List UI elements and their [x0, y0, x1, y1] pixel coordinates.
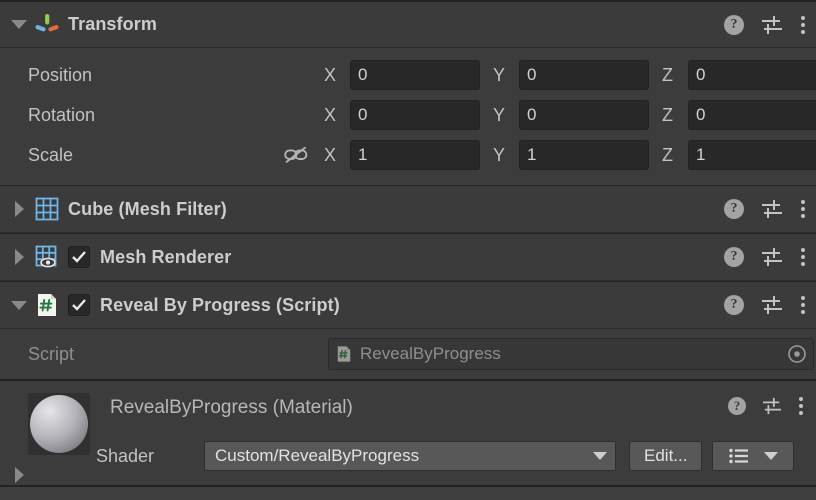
csharp-script-icon-svg	[38, 294, 56, 316]
material-title: RevealByProgress (Material)	[110, 397, 353, 418]
chevron-right-icon	[14, 201, 24, 217]
header-actions-transform: ?	[724, 2, 806, 47]
kebab-menu-icon[interactable]	[798, 397, 804, 415]
material-sphere-preview[interactable]	[28, 393, 90, 455]
transform-row-scale: Scale X 1 Y 1 Z 1	[0, 135, 816, 175]
checkmark-icon	[72, 251, 86, 263]
foldout-toggle-mesh-filter[interactable]	[6, 201, 32, 217]
script-property-row: Script RevealByProgress	[0, 329, 816, 379]
preset-sliders-icon[interactable]	[761, 397, 783, 415]
kebab-menu-icon[interactable]	[800, 248, 806, 266]
material-preview-sphere-icon	[30, 395, 88, 453]
header-actions-reveal-by-progress: ?	[724, 282, 806, 328]
component-header-mesh-renderer[interactable]: Mesh Renderer ?	[0, 233, 816, 281]
component-header-transform[interactable]: Transform ?	[0, 0, 816, 48]
csharp-script-icon	[32, 290, 62, 320]
kebab-menu-icon[interactable]	[800, 200, 806, 218]
chevron-down-icon	[593, 452, 607, 460]
header-actions-mesh-filter: ?	[724, 186, 806, 232]
scale-x-input[interactable]: 1	[350, 140, 480, 170]
axis-label-rotation-y: Y	[493, 104, 506, 125]
kebab-menu-icon[interactable]	[800, 15, 806, 34]
axis-label-scale-x: X	[324, 144, 337, 165]
object-picker-icon[interactable]	[786, 343, 808, 365]
preset-sliders-icon[interactable]	[760, 295, 784, 315]
row-label-position: Position	[28, 64, 93, 85]
chevron-down-icon	[764, 452, 779, 460]
help-icon[interactable]: ?	[724, 247, 744, 267]
row-label-scale: Scale	[28, 144, 74, 165]
chevron-right-icon	[14, 467, 24, 483]
shader-dropdown[interactable]: Custom/RevealByProgress	[204, 441, 616, 471]
foldout-toggle-mesh-renderer[interactable]	[6, 249, 32, 265]
mesh-renderer-enabled-checkbox[interactable]	[68, 246, 90, 268]
rotation-z-input[interactable]: 0	[688, 100, 816, 130]
rotation-x-input[interactable]: 0	[350, 100, 480, 130]
transform-body: Position X 0 Y 0 Z 0 Rotation X 0 Y 0 Z …	[0, 48, 816, 185]
kebab-menu-icon[interactable]	[800, 296, 806, 314]
chevron-down-icon	[11, 300, 27, 310]
object-picker-icon-svg	[788, 345, 806, 363]
shader-row: Shader Custom/RevealByProgress Edit...	[96, 441, 795, 471]
chevron-down-icon	[11, 20, 27, 29]
help-icon[interactable]: ?	[724, 295, 744, 315]
shader-preset-button[interactable]	[712, 441, 795, 471]
axis-label-rotation-z: Z	[662, 104, 673, 125]
shader-preset-list-icon	[729, 448, 749, 464]
row-label-rotation: Rotation	[28, 104, 96, 125]
shader-label: Shader	[96, 445, 155, 466]
mesh-renderer-icon	[32, 242, 62, 272]
reveal-by-progress-enabled-checkbox[interactable]	[68, 294, 90, 316]
help-icon[interactable]: ?	[728, 397, 746, 415]
script-object-value: RevealByProgress	[360, 344, 501, 363]
position-y-input[interactable]: 0	[519, 60, 649, 90]
foldout-toggle-material[interactable]	[6, 467, 32, 483]
preset-sliders-icon[interactable]	[760, 247, 784, 267]
position-x-input[interactable]: 0	[350, 60, 480, 90]
preset-sliders-icon[interactable]	[760, 199, 784, 219]
script-property-label: Script	[28, 343, 75, 364]
component-title-mesh-filter: Cube (Mesh Filter)	[68, 198, 227, 219]
transform-axis-icon	[32, 10, 62, 40]
rotation-y-input[interactable]: 0	[519, 100, 649, 130]
axis-label-rotation-x: X	[324, 104, 337, 125]
transform-row-position: Position X 0 Y 0 Z 0	[0, 55, 816, 95]
header-actions-mesh-renderer: ?	[724, 234, 806, 280]
position-z-input[interactable]: 0	[688, 60, 816, 90]
bottom-strip	[0, 487, 816, 500]
header-actions-material: ?	[728, 397, 804, 415]
transform-axis-icon-svg	[35, 13, 59, 31]
axis-label-position-y: Y	[493, 64, 506, 85]
chevron-right-icon	[14, 249, 24, 265]
edit-shader-button[interactable]: Edit...	[629, 441, 703, 471]
help-icon[interactable]: ?	[724, 199, 744, 219]
axis-label-position-z: Z	[662, 64, 673, 85]
component-header-reveal-by-progress[interactable]: Reveal By Progress (Script) ?	[0, 281, 816, 329]
component-title-reveal-by-progress: Reveal By Progress (Script)	[100, 294, 340, 315]
material-block: RevealByProgress (Material) ? Shader Cus…	[0, 379, 816, 497]
component-header-mesh-filter[interactable]: Cube (Mesh Filter) ?	[0, 185, 816, 233]
foldout-toggle-reveal-by-progress[interactable]	[6, 300, 32, 310]
help-icon[interactable]: ?	[724, 14, 744, 35]
axis-label-scale-z: Z	[662, 144, 673, 165]
broken-link-icon[interactable]	[282, 144, 310, 166]
mesh-renderer-icon-svg	[35, 245, 57, 268]
transform-row-rotation: Rotation X 0 Y 0 Z 0	[0, 95, 816, 135]
foldout-toggle-transform[interactable]	[6, 20, 32, 29]
axis-label-scale-y: Y	[493, 144, 506, 165]
axis-label-position-x: X	[324, 64, 337, 85]
link-slot-scale	[268, 144, 324, 166]
component-title-mesh-renderer: Mesh Renderer	[100, 246, 232, 267]
scale-y-input[interactable]: 1	[519, 140, 649, 170]
shader-dropdown-value: Custom/RevealByProgress	[215, 446, 420, 465]
checkmark-icon	[72, 299, 86, 311]
mesh-filter-icon	[32, 194, 62, 224]
preset-sliders-icon[interactable]	[760, 15, 784, 35]
csharp-script-icon	[337, 346, 351, 362]
component-title-transform: Transform	[68, 14, 157, 34]
mesh-filter-icon-svg	[35, 197, 59, 221]
unity-inspector-panel: Transform ? Position X 0 Y 0 Z 0 Rotatio…	[0, 0, 816, 500]
scale-z-input[interactable]: 1	[688, 140, 816, 170]
script-object-field[interactable]: RevealByProgress	[328, 338, 814, 370]
